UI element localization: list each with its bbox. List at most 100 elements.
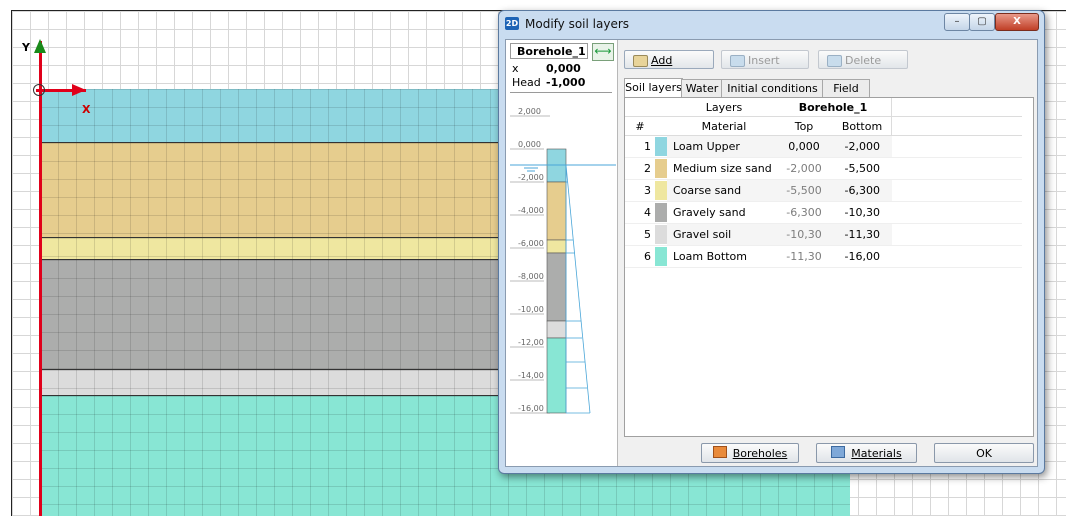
soil-layers-table: Layers Borehole_1 # Material Top Bottom … [625, 98, 1022, 268]
tab-soil-layers[interactable]: Soil layers [624, 78, 683, 98]
maximize-button[interactable]: ▢ [969, 13, 995, 31]
column-layer [546, 337, 567, 414]
minimize-button[interactable]: – [944, 13, 970, 31]
boreholes-label: Boreholes [732, 447, 788, 460]
group-header-borehole: Borehole_1 [775, 98, 892, 117]
depth-tick-label: -8,000 [518, 272, 544, 281]
row-num: 5 [625, 223, 655, 246]
materials-button[interactable]: Materials [816, 443, 917, 463]
add-layer-button[interactable]: Add [624, 50, 714, 69]
borehole-head-label: Head [512, 76, 541, 89]
table-row[interactable]: 4 Gravely sand -6,300 -10,30 [625, 201, 1022, 224]
ok-button[interactable]: OK [934, 443, 1034, 463]
add-label: Add [651, 54, 673, 67]
delete-layer-button[interactable]: Delete [818, 50, 908, 69]
table-row[interactable]: 1 Loam Upper 0,000 -2,000 [625, 135, 1022, 158]
row-top: -10,30 [775, 223, 833, 246]
row-material[interactable]: Medium size sand [667, 157, 775, 180]
add-icon [633, 55, 648, 67]
column-header-top[interactable]: Top [775, 116, 833, 136]
materials-label: Materials [851, 447, 902, 460]
depth-tick-label: -2,000 [518, 173, 544, 182]
depth-tick-label: -16,00 [518, 404, 544, 413]
row-bottom[interactable]: -16,00 [833, 245, 892, 268]
borehole-x-row: x 0,000 [510, 62, 612, 76]
boreholes-icon [712, 446, 727, 458]
depth-tick-label: -6,000 [518, 239, 544, 248]
depth-tick-label: -12,00 [518, 338, 544, 347]
material-color-swatch [655, 137, 667, 156]
table-row[interactable]: 2 Medium size sand -2,000 -5,500 [625, 157, 1022, 180]
x-axis-label: X [82, 103, 91, 116]
row-top: -11,30 [775, 245, 833, 268]
column-layer [546, 320, 567, 339]
row-num: 4 [625, 201, 655, 224]
table-row[interactable]: 3 Coarse sand -5,500 -6,300 [625, 179, 1022, 202]
depth-tick-label: -10,00 [518, 305, 544, 314]
insert-icon [730, 55, 745, 67]
dialog-title: Modify soil layers [525, 17, 630, 31]
row-top[interactable]: 0,000 [775, 135, 833, 158]
table-row[interactable]: 6 Loam Bottom -11,30 -16,00 [625, 245, 1022, 268]
row-top: -5,500 [775, 179, 833, 202]
dialog-button-bar: Boreholes Materials OK [617, 443, 1037, 466]
boreholes-button[interactable]: Boreholes [701, 443, 799, 463]
y-axis-arrow-icon [34, 39, 46, 53]
depth-tick-label: -4,000 [518, 206, 544, 215]
materials-icon [831, 446, 846, 458]
y-axis [39, 41, 42, 516]
material-color-swatch [655, 247, 667, 266]
row-material[interactable]: Loam Upper [667, 135, 775, 158]
water-level-icon [524, 167, 538, 172]
row-bottom[interactable]: -5,500 [833, 157, 892, 180]
borehole-head-value[interactable]: -1,000 [546, 76, 585, 89]
table-row[interactable]: 5 Gravel soil -10,30 -11,30 [625, 223, 1022, 246]
depth-tick-label: 0,000 [518, 140, 541, 149]
row-material[interactable]: Gravely sand [667, 201, 775, 224]
material-color-swatch [655, 181, 667, 200]
insert-label: Insert [748, 54, 780, 67]
column-layer [546, 181, 567, 241]
material-color-swatch [655, 159, 667, 178]
depth-tick-label: 2,000 [518, 107, 541, 116]
borehole-panel: Borehole_1 ⟷ x 0,000 Head -1,000 2,000 0… [506, 40, 618, 466]
soil-layers-grid: Layers Borehole_1 # Material Top Bottom … [624, 97, 1034, 437]
borehole-column-graphic[interactable]: 2,000 0,000 -2,000 -4,000 -6,000 -8,000 … [506, 92, 616, 422]
row-top: -2,000 [775, 157, 833, 180]
delete-label: Delete [845, 54, 882, 67]
column-header-num[interactable]: # [625, 116, 655, 136]
swap-borehole-icon[interactable]: ⟷ [592, 43, 614, 61]
row-bottom[interactable]: -6,300 [833, 179, 892, 202]
row-num: 1 [625, 135, 655, 158]
row-top: -6,300 [775, 201, 833, 224]
origin-marker-icon [33, 84, 45, 96]
borehole-name-field[interactable]: Borehole_1 [510, 43, 588, 59]
tab-water[interactable]: Water [681, 79, 723, 98]
dialog-titlebar[interactable]: 2D Modify soil layers – ▢ X [499, 11, 1044, 37]
row-bottom[interactable]: -10,30 [833, 201, 892, 224]
x-axis-arrow-icon [72, 84, 86, 96]
row-bottom[interactable]: -2,000 [833, 135, 892, 158]
material-color-swatch [655, 203, 667, 222]
row-material[interactable]: Loam Bottom [667, 245, 775, 268]
column-header-material[interactable]: Material [667, 116, 775, 136]
modify-soil-layers-dialog: 2D Modify soil layers – ▢ X Borehole_1 ⟷… [498, 10, 1045, 474]
delete-icon [827, 55, 842, 67]
pore-pressure-diagram [565, 164, 591, 414]
tab-field-data[interactable]: Field data [822, 79, 870, 113]
y-axis-label: Y [22, 41, 30, 54]
group-header-layers: Layers [667, 98, 775, 117]
dialog-client-area: Borehole_1 ⟷ x 0,000 Head -1,000 2,000 0… [505, 39, 1038, 467]
close-button[interactable]: X [995, 13, 1039, 31]
row-material[interactable]: Gravel soil [667, 223, 775, 246]
column-header-bottom[interactable]: Bottom [833, 116, 892, 136]
column-layer [546, 252, 567, 322]
insert-layer-button[interactable]: Insert [721, 50, 809, 69]
row-num: 2 [625, 157, 655, 180]
row-material[interactable]: Coarse sand [667, 179, 775, 202]
row-bottom[interactable]: -11,30 [833, 223, 892, 246]
app-icon: 2D [505, 17, 519, 30]
borehole-x-value[interactable]: 0,000 [546, 62, 581, 75]
borehole-x-label: x [512, 62, 519, 75]
tab-initial-conditions[interactable]: Initial conditions [721, 79, 824, 98]
